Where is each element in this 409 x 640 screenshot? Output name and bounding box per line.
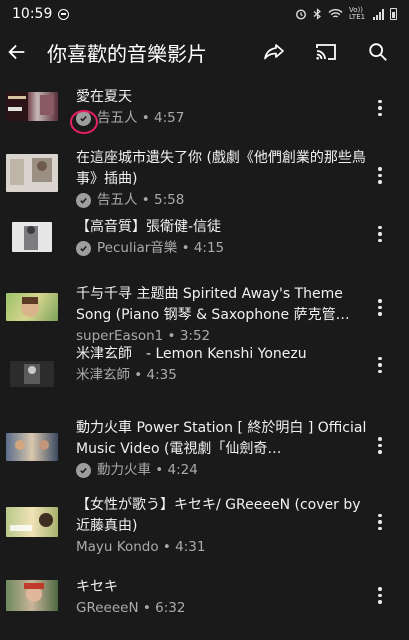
more-options-button[interactable] [375, 97, 385, 119]
verified-icon [76, 462, 91, 478]
bluetooth-icon [313, 8, 321, 20]
video-thumbnail[interactable] [6, 153, 58, 192]
video-item[interactable]: 米津玄師 - Lemon Kenshi Yonezu 米津玄師 • 4:35 [0, 346, 409, 422]
back-button[interactable] [3, 38, 31, 66]
video-duration: 4:15 [193, 240, 225, 256]
channel-name: 告五人 [97, 110, 138, 126]
video-meta: Peculiar音樂 • 4:15 [76, 238, 372, 259]
arrow-back-icon [8, 44, 25, 60]
video-thumbnail[interactable] [10, 361, 54, 387]
video-title[interactable]: 千与千寻 主题曲 Spirited Away's Theme Song (Pia… [76, 284, 372, 326]
video-meta: 動力火車 • 4:24 [76, 460, 372, 481]
video-thumbnail[interactable] [6, 292, 58, 321]
network-label: Vo)) LTE1 [349, 6, 366, 21]
video-title[interactable]: キセキ [76, 577, 372, 598]
more-options-button[interactable] [375, 511, 385, 533]
app-bar: 你喜歡的音樂影片 [0, 28, 409, 76]
video-item[interactable]: 動力火車 Power Station [ 終於明白 ] Official Mus… [0, 420, 409, 490]
search-button[interactable] [365, 39, 391, 65]
page-title: 你喜歡的音樂影片 [47, 41, 207, 66]
channel-name: GReeeeN [76, 599, 139, 616]
cast-icon [316, 44, 336, 60]
search-icon [369, 43, 387, 61]
more-options-button[interactable] [375, 354, 385, 376]
highlight-circle [70, 110, 98, 134]
video-meta: 告五人 • 4:57 [76, 108, 372, 129]
video-thumbnail[interactable] [12, 222, 52, 252]
more-options-button[interactable] [375, 585, 385, 607]
status-time: 10:59 [12, 6, 53, 22]
video-item[interactable]: 【女性が歌う】キセキ/ GReeeeN (cover by 近藤真由) Mayu… [0, 489, 409, 557]
verified-icon [76, 241, 91, 256]
more-options-button[interactable] [375, 297, 385, 319]
more-options-button[interactable] [375, 223, 385, 245]
wifi-icon [328, 9, 343, 18]
video-item[interactable]: 【高音質】張衛健-信徒 Peculiar音樂 • 4:15 [0, 219, 409, 287]
video-duration: 6:32 [155, 599, 186, 616]
channel-name: 動力火車 [97, 461, 151, 478]
video-thumbnail[interactable] [6, 432, 58, 461]
channel-name: 米津玄師 [76, 367, 130, 383]
signal-icon [373, 8, 384, 20]
video-thumbnail[interactable] [6, 92, 58, 121]
video-title[interactable]: 愛在夏天 [76, 87, 372, 108]
video-title[interactable]: 動力火車 Power Station [ 終於明白 ] Official Mus… [76, 418, 372, 460]
meta-separator: • [137, 110, 155, 126]
do-not-disturb-icon [58, 8, 70, 20]
meta-separator: • [151, 461, 168, 478]
video-duration: 4:31 [175, 539, 206, 555]
video-title[interactable]: 在這座城市遺失了你 (戲劇《他們創業的那些鳥事》插曲) [76, 148, 372, 190]
video-meta: 米津玄師 • 4:35 [76, 365, 372, 386]
meta-separator: • [137, 191, 155, 208]
meta-separator: • [177, 240, 194, 256]
video-meta: Mayu Kondo • 4:31 [76, 537, 372, 558]
video-duration: 4:35 [146, 367, 177, 383]
verified-icon [76, 192, 91, 208]
cast-button[interactable] [313, 39, 339, 65]
video-duration: 5:58 [154, 191, 185, 208]
channel-name: 告五人 [97, 191, 138, 208]
more-options-button[interactable] [375, 165, 385, 187]
channel-name: Peculiar音樂 [97, 240, 178, 256]
share-button[interactable] [261, 39, 287, 65]
video-title[interactable]: 【高音質】張衛健-信徒 [76, 217, 372, 238]
meta-separator: • [158, 539, 176, 555]
meta-separator: • [130, 367, 147, 383]
battery-icon [390, 8, 397, 20]
channel-name: Mayu Kondo [76, 539, 159, 555]
video-thumbnail[interactable] [6, 507, 58, 537]
video-item[interactable]: 愛在夏天 告五人 • 4:57 [0, 84, 409, 152]
more-options-button[interactable] [375, 435, 385, 457]
alarm-icon [295, 9, 307, 20]
video-duration: 4:57 [154, 110, 185, 126]
share-icon [264, 44, 284, 60]
video-title[interactable]: 【女性が歌う】キセキ/ GReeeeN (cover by 近藤真由) [76, 495, 372, 537]
video-meta: 告五人 • 5:58 [76, 190, 372, 211]
video-thumbnail[interactable] [6, 579, 58, 611]
video-item[interactable]: 在這座城市遺失了你 (戲劇《他們創業的那些鳥事》插曲) 告五人 • 5:58 [0, 150, 409, 220]
video-title[interactable]: 米津玄師 - Lemon Kenshi Yonezu [76, 344, 372, 365]
video-item[interactable]: キセキ GReeeeN • 6:32 [0, 557, 409, 625]
video-list: 愛在夏天 告五人 • 4:57 在這座城市遺失了你 (戲劇《他們創業的那些鳥事》… [0, 84, 409, 624]
video-meta: GReeeeN • 6:32 [76, 598, 372, 619]
meta-separator: • [138, 599, 156, 616]
video-duration: 4:24 [167, 461, 198, 478]
status-bar: 10:59 Vo)) LTE1 [0, 0, 409, 28]
